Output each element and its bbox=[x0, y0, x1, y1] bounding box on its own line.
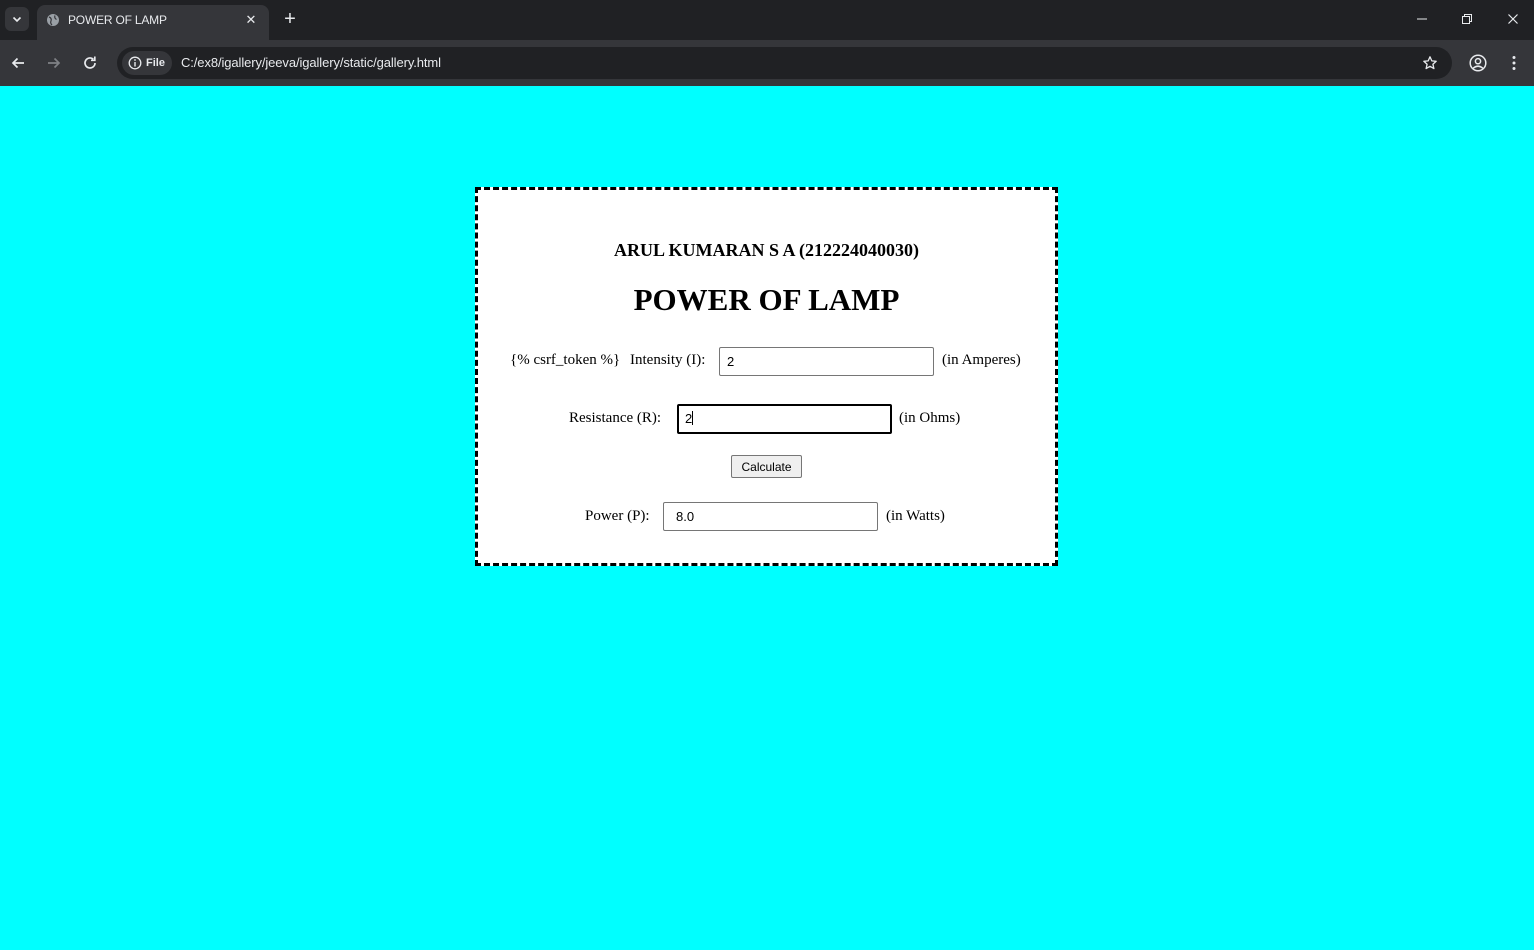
profile-button[interactable] bbox=[1464, 49, 1492, 77]
author-heading: ARUL KUMARAN S A (212224040030) bbox=[613, 240, 919, 260]
power-output[interactable]: 8.0 bbox=[663, 502, 878, 531]
menu-button[interactable] bbox=[1500, 49, 1528, 77]
arrow-left-icon bbox=[11, 57, 24, 69]
browser-tab-bar: POWER OF LAMP ✕ + bbox=[0, 0, 1534, 40]
reload-icon bbox=[84, 56, 96, 69]
intensity-input[interactable]: 2 bbox=[719, 347, 934, 376]
back-button[interactable] bbox=[4, 49, 32, 77]
calculator-card: ARUL KUMARAN S A (212224040030) POWER OF… bbox=[475, 187, 1058, 566]
resistance-input[interactable]: 2 bbox=[677, 404, 892, 434]
new-tab-button[interactable]: + bbox=[278, 7, 302, 31]
browser-toolbar: File C:/ex8/igallery/jeeva/igallery/stat… bbox=[0, 40, 1534, 86]
info-icon bbox=[128, 56, 142, 70]
site-chip-label: File bbox=[146, 57, 165, 69]
arrow-right-icon bbox=[48, 57, 61, 69]
power-value: 8.0 bbox=[676, 509, 695, 524]
window-close-button[interactable] bbox=[1498, 6, 1528, 32]
power-label: Power (P): bbox=[585, 508, 650, 524]
restore-icon bbox=[1462, 14, 1472, 24]
chevron-down-icon bbox=[12, 16, 22, 23]
bookmark-button[interactable] bbox=[1420, 53, 1440, 73]
intensity-unit: (in Amperes) bbox=[942, 352, 1021, 368]
profile-icon bbox=[1469, 54, 1487, 72]
csrf-token-text: {% csrf_token %} bbox=[510, 352, 621, 368]
text-caret bbox=[692, 411, 694, 425]
resistance-unit: (in Ohms) bbox=[899, 410, 961, 426]
minimize-button[interactable] bbox=[1407, 6, 1437, 32]
close-icon bbox=[1508, 14, 1518, 24]
calculate-button[interactable]: Calculate bbox=[731, 455, 802, 478]
reload-button[interactable] bbox=[76, 49, 104, 77]
minimize-icon bbox=[1417, 18, 1427, 20]
restore-button[interactable] bbox=[1452, 6, 1482, 32]
intensity-value: 2 bbox=[727, 354, 735, 369]
power-unit: (in Watts) bbox=[886, 508, 945, 524]
star-icon bbox=[1423, 56, 1437, 70]
forward-button[interactable] bbox=[40, 49, 68, 77]
globe-icon bbox=[47, 14, 59, 26]
tab-list-button[interactable] bbox=[5, 7, 29, 31]
url-text[interactable]: C:/ex8/igallery/jeeva/igallery/static/ga… bbox=[181, 55, 441, 70]
tab-close-icon[interactable]: ✕ bbox=[242, 11, 260, 29]
resistance-value: 2 bbox=[685, 411, 693, 426]
site-info-button[interactable]: File bbox=[122, 51, 172, 75]
page-title: POWER OF LAMP bbox=[633, 282, 900, 317]
address-bar[interactable]: File C:/ex8/igallery/jeeva/igallery/stat… bbox=[117, 47, 1452, 79]
tab-power-of-lamp[interactable]: POWER OF LAMP ✕ bbox=[37, 5, 269, 40]
intensity-label: Intensity (I): bbox=[630, 352, 706, 368]
tab-title: POWER OF LAMP bbox=[68, 13, 167, 27]
resistance-label: Resistance (R): bbox=[569, 410, 662, 426]
kebab-menu-icon bbox=[1512, 56, 1516, 70]
